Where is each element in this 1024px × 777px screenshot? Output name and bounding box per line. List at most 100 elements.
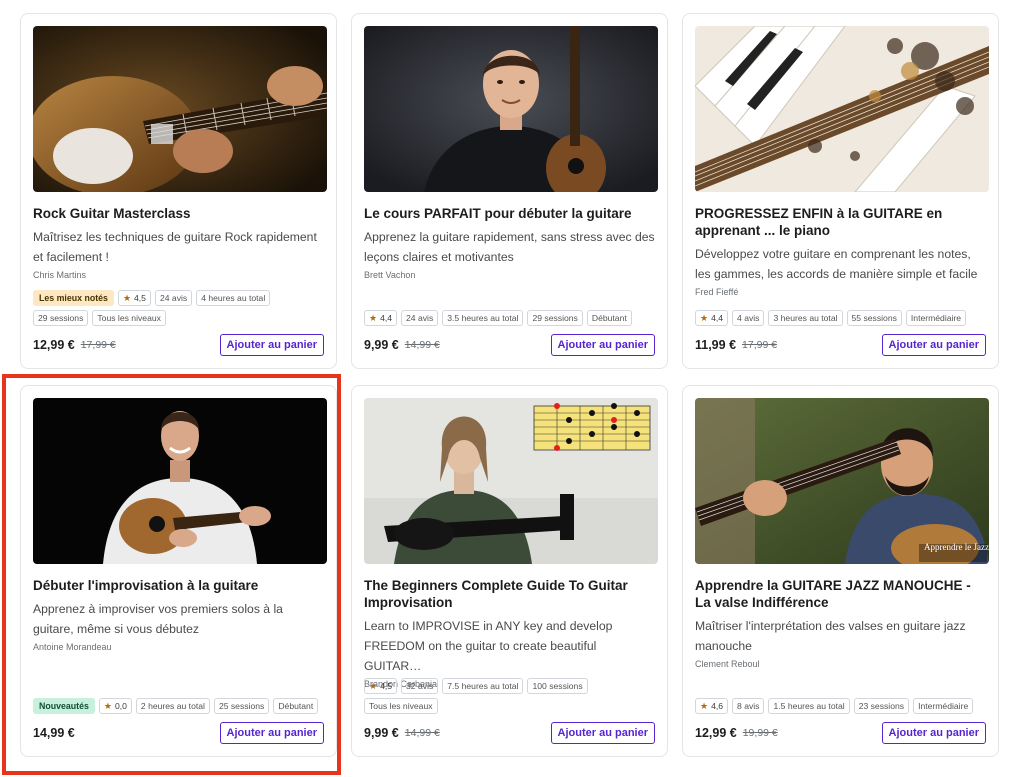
add-to-cart-button[interactable]: Ajouter au panier xyxy=(550,334,655,356)
watermark-text: Apprendre le Jazz Manouche xyxy=(924,542,989,552)
rating-value: 4,6 xyxy=(711,701,724,711)
course-title[interactable]: The Beginners Complete Guide To Guitar I… xyxy=(364,577,655,611)
old-price: 14,99 € xyxy=(404,339,440,351)
course-subtitle: Maîtriser l'interprétation des valses en… xyxy=(695,619,966,653)
level-tag: Débutant xyxy=(273,698,319,714)
rating-tag: ★ 4,6 xyxy=(695,698,729,714)
star-icon: ★ xyxy=(700,700,709,711)
price: 11,99 € xyxy=(695,338,737,352)
card-footer: 9,99 € 14,99 € Ajouter au panier xyxy=(364,334,655,356)
rating-value: 4,4 xyxy=(380,313,393,323)
bestseller-badge: Les mieux notés xyxy=(33,290,114,306)
sessions-tag: 55 sessions xyxy=(846,310,902,326)
reviews-tag: 24 avis xyxy=(401,310,439,326)
course-card-rock-guitar[interactable]: Rock Guitar Masterclass Maîtrisez les te… xyxy=(20,13,337,369)
hours-tag: 1.5 heures au total xyxy=(768,698,850,714)
course-title[interactable]: PROGRESSEZ ENFIN à la GUITARE en apprena… xyxy=(695,205,986,239)
rating-tag: ★ 4,4 xyxy=(364,310,398,326)
course-title[interactable]: Le cours PARFAIT pour débuter la guitare xyxy=(364,205,655,222)
hours-tag: 2 heures au total xyxy=(135,698,210,714)
hours-tag: 7.5 heures au total xyxy=(442,678,524,694)
level-tag: Intermédiaire xyxy=(913,698,974,714)
course-author: Clement Reboul xyxy=(695,659,760,669)
price: 14,99 € xyxy=(33,726,75,740)
course-subtitle: Learn to IMPROVISE in ANY key and develo… xyxy=(364,619,613,673)
old-price: 14,99 € xyxy=(404,727,440,739)
level-tag: Intermédiaire xyxy=(905,310,967,326)
card-footer: 11,99 € 17,99 € Ajouter au panier xyxy=(695,334,986,356)
old-price: 19,99 € xyxy=(742,727,778,739)
course-tags: ★ 4,4 24 avis 3.5 heures au total 29 sess… xyxy=(364,310,659,326)
price: 9,99 € xyxy=(364,726,399,740)
card-footer: 9,99 € 14,99 € Ajouter au panier xyxy=(364,722,655,744)
add-to-cart-button[interactable]: Ajouter au panier xyxy=(219,722,324,744)
rating-value: 4,5 xyxy=(380,681,393,691)
star-icon: ★ xyxy=(700,312,709,323)
course-author: Antoine Morandeau xyxy=(33,642,112,652)
rating-tag: ★ 4,4 xyxy=(695,310,729,326)
sessions-tag: 100 sessions xyxy=(527,678,588,694)
sessions-tag: 23 sessions xyxy=(853,698,910,714)
guitarist-with-scale-diagram-image[interactable] xyxy=(364,398,658,564)
star-icon: ★ xyxy=(103,700,112,711)
course-subtitle: Apprenez à improviser vos premiers solos… xyxy=(33,602,283,636)
level-tag: Débutant xyxy=(586,310,632,326)
course-card-improvisation[interactable]: Débuter l'improvisation à la guitare App… xyxy=(20,385,337,757)
card-footer: 12,99 € 19,99 € Ajouter au panier xyxy=(695,722,986,744)
card-footer: 14,99 € Ajouter au panier xyxy=(33,722,324,744)
add-to-cart-button[interactable]: Ajouter au panier xyxy=(881,722,986,744)
jazz-guitarist-image[interactable]: Apprendre le Jazz Manouche xyxy=(695,398,989,564)
course-card-beginners-guide[interactable]: The Beginners Complete Guide To Guitar I… xyxy=(351,385,668,757)
sessions-tag: 29 sessions xyxy=(527,310,583,326)
course-author: Fred Fieffé xyxy=(695,287,739,297)
reviews-tag: 4 avis xyxy=(732,310,765,326)
new-badge: Nouveautés xyxy=(33,698,95,714)
hours-tag: 3 heures au total xyxy=(768,310,843,326)
course-title[interactable]: Apprendre la GUITARE JAZZ MANOUCHE - La … xyxy=(695,577,986,611)
rating-value: 0,0 xyxy=(114,701,127,711)
course-card-parfait[interactable]: Le cours PARFAIT pour débuter la guitare… xyxy=(351,13,668,369)
reviews-tag: 8 avis xyxy=(732,698,765,714)
level-tag: Tous les niveaux xyxy=(364,698,438,714)
add-to-cart-button[interactable]: Ajouter au panier xyxy=(881,334,986,356)
rating-value: 4,4 xyxy=(711,313,724,323)
sessions-tag: 25 sessions xyxy=(213,698,270,714)
old-price: 17,99 € xyxy=(80,339,116,351)
instructor-portrait-image[interactable] xyxy=(364,26,658,192)
sessions-tag: 29 sessions xyxy=(33,310,89,326)
rating-tag: ★ 0,0 xyxy=(98,698,132,714)
course-card-piano[interactable]: PROGRESSEZ ENFIN à la GUITARE en apprena… xyxy=(682,13,999,369)
star-icon: ★ xyxy=(369,312,378,323)
acoustic-guitarist-image[interactable] xyxy=(33,398,327,564)
course-tags: ★ 4,6 8 avis 1.5 heures au total 23 sessi… xyxy=(695,698,990,714)
star-icon: ★ xyxy=(122,292,132,303)
course-tags: Nouveautés ★ 0,0 2 heures au total 25 ses… xyxy=(33,698,328,714)
course-subtitle: Apprenez la guitare rapidement, sans str… xyxy=(364,230,655,264)
course-author: Chris Martins xyxy=(33,270,87,280)
course-title[interactable]: Rock Guitar Masterclass xyxy=(33,205,324,222)
guitar-piano-art-image[interactable] xyxy=(695,26,989,192)
course-tags: ★ 4,5 32 avis 7.5 heures au total 100 ses… xyxy=(364,678,659,714)
rating-value: 4,5 xyxy=(134,293,146,303)
scale-diagram xyxy=(533,403,651,451)
rating-tag: ★ 4,5 xyxy=(117,290,151,306)
reviews-tag: 32 avis xyxy=(401,678,439,694)
level-tag: Tous les niveaux xyxy=(92,310,166,326)
old-price: 17,99 € xyxy=(742,339,778,351)
add-to-cart-button[interactable]: Ajouter au panier xyxy=(550,722,655,744)
hours-tag: 3.5 heures au total xyxy=(442,310,524,326)
star-icon: ★ xyxy=(369,680,378,691)
price: 12,99 € xyxy=(695,726,737,740)
course-tags: Les mieux notés ★ 4,5 24 avis 4 heures au… xyxy=(33,290,328,326)
add-to-cart-button[interactable]: Ajouter au panier xyxy=(219,334,324,356)
course-author: Brett Vachon xyxy=(364,270,416,280)
electric-guitar-closeup-image[interactable] xyxy=(33,26,327,192)
course-subtitle: Maîtrisez les techniques de guitare Rock… xyxy=(33,230,317,264)
course-tags: ★ 4,4 4 avis 3 heures au total 55 session… xyxy=(695,310,990,326)
course-title[interactable]: Débuter l'improvisation à la guitare xyxy=(33,577,324,594)
hours-tag: 4 heures au total xyxy=(196,290,271,306)
card-footer: 12,99 € 17,99 € Ajouter au panier xyxy=(33,334,324,356)
rating-tag: ★ 4,5 xyxy=(364,678,398,694)
course-card-jazz-manouche[interactable]: Apprendre le Jazz Manouche Apprendre la … xyxy=(682,385,999,757)
course-subtitle: Développez votre guitare en comprenant l… xyxy=(695,247,978,281)
